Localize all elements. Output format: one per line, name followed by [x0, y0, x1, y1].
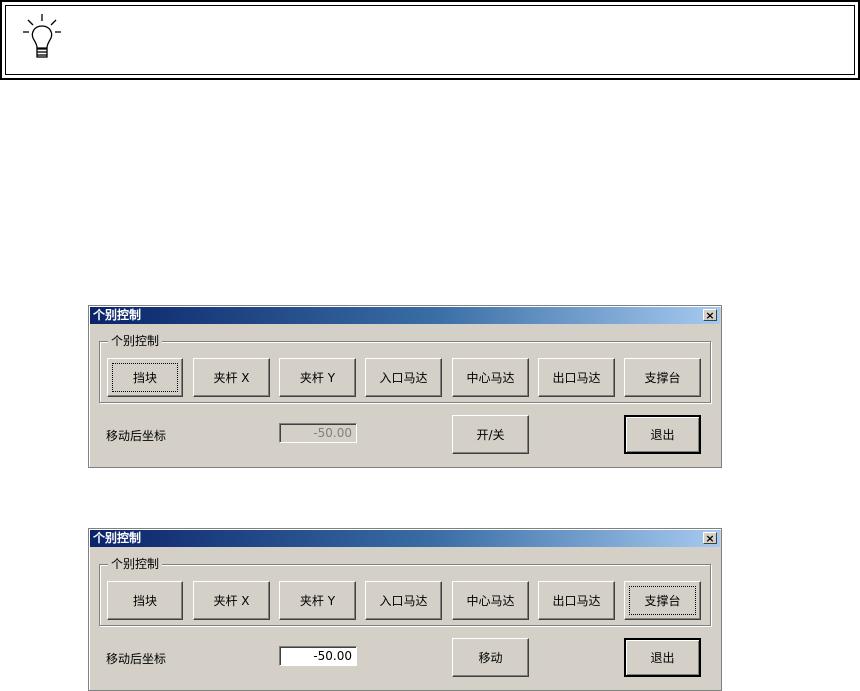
coordinate-field: -50.00	[279, 423, 357, 443]
center-motor-button[interactable]: 中心马达	[452, 358, 529, 397]
title-bar: 个别控制 ×	[90, 307, 720, 324]
lightbulb-icon	[23, 14, 61, 58]
coordinate-label: 移动后坐标	[106, 429, 167, 443]
tip-box-inner-border	[5, 5, 855, 75]
coordinate-input[interactable]: -50.00	[279, 646, 357, 666]
window-title: 个别控制	[93, 308, 142, 322]
clamp-x-button[interactable]: 夹杆 X	[193, 358, 270, 397]
title-bar: 个别控制 ×	[90, 530, 720, 547]
exit-button[interactable]: 退出	[624, 638, 701, 677]
clamp-x-button[interactable]: 夹杆 X	[193, 581, 270, 620]
close-button[interactable]: ×	[703, 309, 717, 321]
support-table-button[interactable]: 支撑台	[624, 358, 701, 397]
tip-box	[0, 0, 860, 80]
group-label: 个别控制	[108, 557, 163, 571]
on-off-button[interactable]: 开/关	[452, 415, 529, 454]
support-table-button[interactable]: 支撑台	[624, 581, 701, 620]
stopper-button[interactable]: 挡块	[107, 581, 183, 620]
entry-motor-button[interactable]: 入口马达	[365, 358, 442, 397]
exit-motor-button[interactable]: 出口马达	[538, 581, 615, 620]
window-title: 个别控制	[93, 531, 142, 545]
center-motor-button[interactable]: 中心马达	[452, 581, 529, 620]
exit-motor-button[interactable]: 出口马达	[538, 358, 615, 397]
exit-button[interactable]: 退出	[624, 415, 701, 454]
stopper-button[interactable]: 挡块	[107, 358, 183, 397]
entry-motor-button[interactable]: 入口马达	[365, 581, 442, 620]
move-button[interactable]: 移动	[452, 638, 529, 677]
clamp-y-button[interactable]: 夹杆 Y	[279, 581, 356, 620]
individual-control-dialog-2: 个别控制 × 个别控制 挡块 夹杆 X 夹杆 Y 入口马达 中心马达 出口马达 …	[88, 528, 722, 691]
coordinate-label: 移动后坐标	[106, 652, 167, 666]
group-label: 个别控制	[108, 334, 163, 348]
clamp-y-button[interactable]: 夹杆 Y	[279, 358, 356, 397]
individual-control-dialog-1: 个别控制 × 个别控制 挡块 夹杆 X 夹杆 Y 入口马达 中心马达 出口马达 …	[88, 305, 722, 468]
close-button[interactable]: ×	[703, 532, 717, 544]
